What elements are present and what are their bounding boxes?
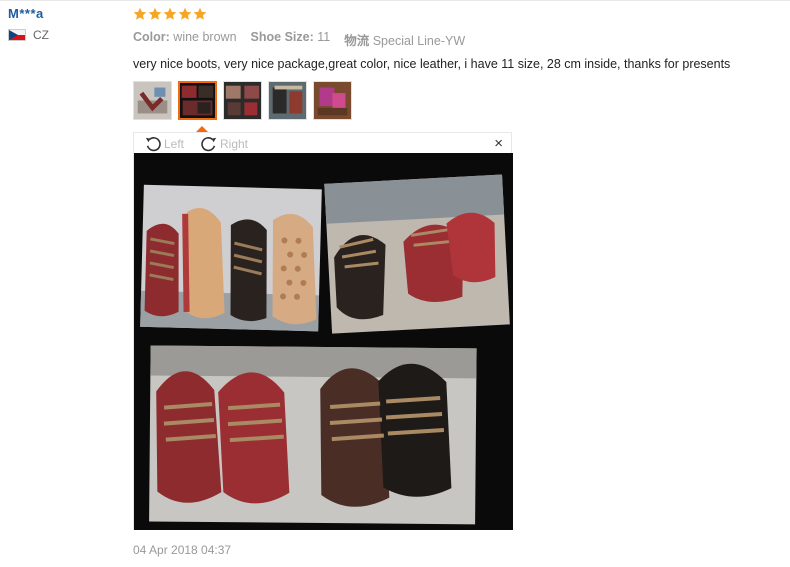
czech-flag-icon (8, 29, 26, 41)
rotate-left-label: Left (164, 137, 185, 151)
rotate-right-icon (201, 137, 217, 152)
review-date: 04 Apr 2018 04:37 (133, 543, 232, 557)
rotate-right-button[interactable]: Right (200, 135, 248, 153)
country-code: CZ (33, 28, 49, 42)
star-icon (163, 7, 177, 20)
rotate-right-label: Right (220, 137, 249, 151)
review-photo (134, 153, 513, 530)
photo-thumbnail[interactable] (133, 81, 172, 120)
photo-thumbnail-selected[interactable] (178, 81, 217, 120)
attr-shoe-size: Shoe Size: 11 (250, 30, 331, 44)
reviewer-country: CZ (8, 28, 123, 42)
review-body: Color: wine brown Shoe Size: 11 物流 Speci… (133, 7, 773, 120)
photo-thumbnail[interactable] (223, 81, 262, 120)
photo-thumbnail[interactable] (268, 81, 307, 120)
photo-thumbnails (133, 81, 773, 120)
star-icon (193, 7, 207, 20)
close-icon[interactable]: × (494, 135, 503, 152)
review-text: very nice boots, very nice package,great… (133, 57, 731, 71)
reviewer-name[interactable]: M***a (8, 6, 123, 21)
attr-color: Color: wine brown (133, 30, 237, 44)
purchase-attributes: Color: wine brown Shoe Size: 11 物流 Speci… (133, 30, 773, 49)
rotate-left-button[interactable]: Left (144, 135, 184, 153)
viewer-toolbar: Left Right × (134, 133, 511, 153)
star-rating (133, 7, 773, 23)
divider (0, 0, 790, 1)
photo-thumbnail[interactable] (313, 81, 352, 120)
shoes-collage-image (134, 153, 513, 530)
star-icon (178, 7, 192, 20)
reviewer-info: M***a CZ (8, 6, 123, 42)
star-icon (148, 7, 162, 20)
photo-viewer: Left Right × (133, 132, 513, 530)
rotate-left-icon (145, 137, 161, 152)
attr-logistics: 物流 Special Line-YW (344, 34, 466, 48)
star-icon (133, 7, 147, 20)
